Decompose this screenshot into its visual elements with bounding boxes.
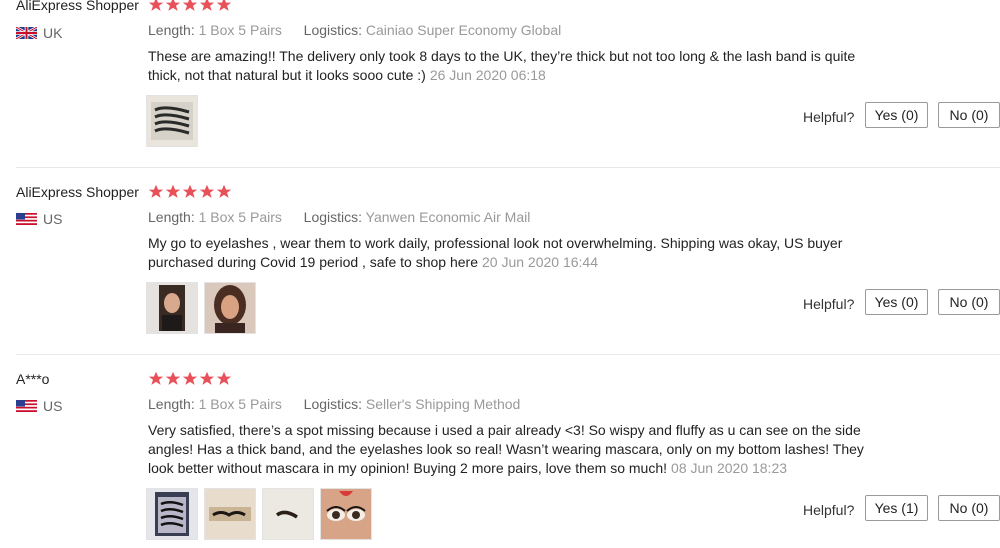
review-text: My go to eyelashes , wear them to work d… <box>148 234 888 272</box>
helpful-label: Helpful? <box>803 109 855 125</box>
length-value: 1 Box 5 Pairs <box>198 22 282 38</box>
star-icon <box>165 184 181 198</box>
helpful-label: Helpful? <box>803 296 855 312</box>
review-date: 20 Jun 2020 16:44 <box>482 254 598 270</box>
length-value: 1 Box 5 Pairs <box>198 209 282 225</box>
star-icon <box>199 371 215 385</box>
review-photo-thumbnail[interactable] <box>320 488 372 540</box>
lash-closeup-photo <box>263 489 313 539</box>
star-icon <box>165 0 181 11</box>
lash-box-photo <box>147 96 197 146</box>
order-details: Length: 1 Box 5 Pairs Logistics: Seller'… <box>148 396 520 412</box>
review-photo-thumbnail[interactable] <box>146 282 198 334</box>
logistics-label: Logistics: <box>303 22 363 38</box>
reviewer-name: AliExpress Shopper <box>16 184 139 200</box>
helpful-yes-button[interactable]: Yes (0) <box>865 102 928 128</box>
review-date: 26 Jun 2020 06:18 <box>429 67 546 83</box>
length-value: 1 Box 5 Pairs <box>198 396 282 412</box>
star-icon <box>199 0 215 11</box>
selfie-photo-2 <box>205 283 255 333</box>
helpful-label: Helpful? <box>803 502 855 518</box>
eye-makeup-photo <box>321 489 371 539</box>
logistics-value: Cainiao Super Economy Global <box>365 22 562 38</box>
helpful-yes-button[interactable]: Yes (0) <box>865 289 928 315</box>
lash-strip-photo <box>205 489 255 539</box>
reviewer-country: US <box>16 398 62 414</box>
order-details: Length: 1 Box 5 Pairs Logistics: Cainiao… <box>148 22 561 38</box>
helpful-yes-button[interactable]: Yes (1) <box>865 495 928 521</box>
selfie-photo-1 <box>147 283 197 333</box>
star-icon <box>216 371 232 385</box>
logistics-value: Yanwen Economic Air Mail <box>365 209 531 225</box>
helpful-no-button[interactable]: No (0) <box>938 289 1000 315</box>
logistics-label: Logistics: <box>303 209 363 225</box>
review-text: Very satisfied, there’s a spot missing b… <box>148 421 888 478</box>
country-code: US <box>43 398 63 414</box>
star-icon <box>148 0 164 11</box>
star-icon <box>165 371 181 385</box>
country-code: US <box>43 211 63 227</box>
rating-stars <box>148 371 232 387</box>
star-icon <box>182 0 198 11</box>
length-label: Length: <box>148 22 195 38</box>
helpful-no-button[interactable]: No (0) <box>938 102 1000 128</box>
helpful-no-button[interactable]: No (0) <box>938 495 1000 521</box>
us-flag-icon <box>16 400 37 412</box>
logistics-value: Seller's Shipping Method <box>365 396 521 412</box>
reviewer-name: AliExpress Shopper <box>16 0 139 13</box>
uk-flag-icon <box>16 27 37 39</box>
star-icon <box>199 184 215 198</box>
reviewer-country: UK <box>16 25 62 41</box>
review-photo-thumbnail[interactable] <box>262 488 314 540</box>
review-date: 08 Jun 2020 18:23 <box>671 460 788 476</box>
review-photo-thumbnail[interactable] <box>146 95 198 147</box>
star-icon <box>148 184 164 198</box>
star-icon <box>182 184 198 198</box>
rating-stars <box>148 0 232 13</box>
star-icon <box>216 0 232 11</box>
star-icon <box>216 184 232 198</box>
star-icon <box>148 371 164 385</box>
review-photos <box>146 282 256 334</box>
length-label: Length: <box>148 209 195 225</box>
order-details: Length: 1 Box 5 Pairs Logistics: Yanwen … <box>148 209 530 225</box>
review-photos <box>146 488 372 540</box>
lash-box-photo <box>147 489 197 539</box>
review-text: These are amazing!! The delivery only to… <box>148 47 888 85</box>
review-photo-thumbnail[interactable] <box>204 282 256 334</box>
country-code: UK <box>43 25 63 41</box>
length-label: Length: <box>148 396 195 412</box>
review-divider <box>16 167 1000 168</box>
reviewer-name: A***o <box>16 371 50 387</box>
rating-stars <box>148 184 232 200</box>
reviewer-country: US <box>16 211 62 227</box>
logistics-label: Logistics: <box>303 396 363 412</box>
review-photo-thumbnail[interactable] <box>146 488 198 540</box>
us-flag-icon <box>16 213 37 225</box>
review-divider <box>16 354 1000 355</box>
review-photo-thumbnail[interactable] <box>204 488 256 540</box>
star-icon <box>182 371 198 385</box>
review-photos <box>146 95 198 147</box>
